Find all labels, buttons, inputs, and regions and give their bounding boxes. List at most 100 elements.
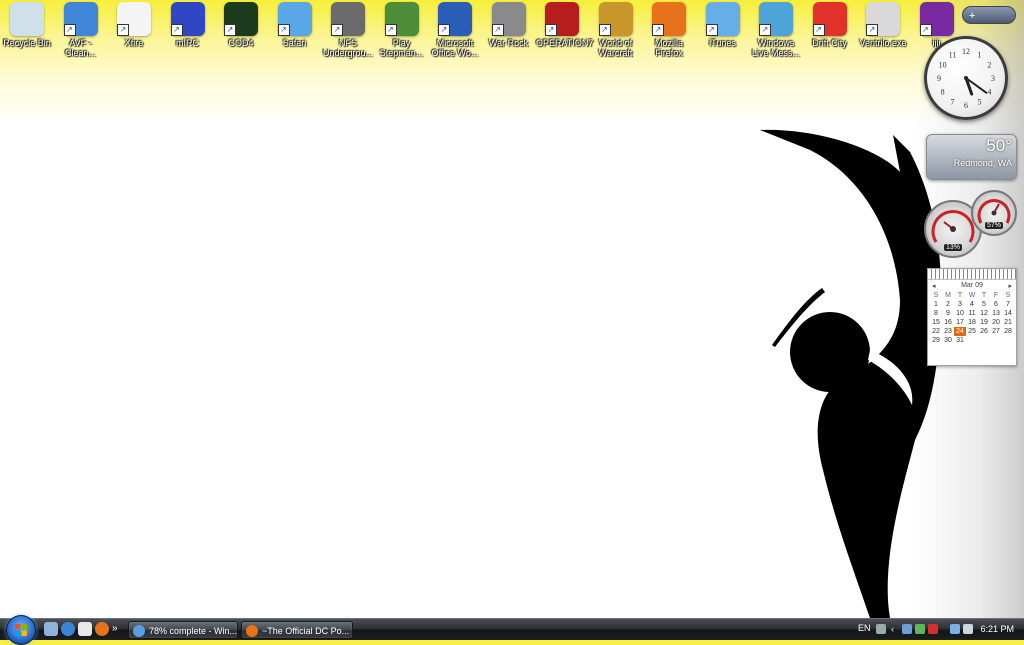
desktop-icon-drift-city[interactable]: ↗ Drift City [803,0,857,64]
antivirus-icon[interactable] [928,624,938,634]
firefox-quick-icon[interactable] [95,622,109,636]
wallpaper-silhouette [760,129,942,618]
desktop-icon-label: Windows Live Mess... [751,38,800,58]
calendar-prev-button[interactable]: ◂ [932,282,936,290]
keyboard-icon[interactable] [876,624,886,634]
desktop-icon-avg-clean[interactable]: ↗ AVF -Clean... [54,0,108,64]
quick-launch-overflow[interactable]: » [112,622,118,636]
calendar-day[interactable]: 1 [930,300,942,309]
calendar-day[interactable]: 27 [990,327,1002,336]
calendar-day[interactable]: 3 [954,300,966,309]
task-button-firefox[interactable]: ~The Official DC Po... [241,621,353,639]
calendar-weekday: M [945,292,951,299]
show-desktop-icon[interactable] [44,622,58,636]
calendar-day[interactable]: 5 [978,300,990,309]
desktop-icon-label: Drift City [812,38,847,48]
desktop-icon-messenger[interactable]: ↗ Windows Live Mess... [749,0,803,64]
calendar-day[interactable]: 9 [942,309,954,318]
weather-temperature: 50° [986,136,1012,155]
calendar-month: Mar 09 [961,282,983,289]
ijji-icon: ↗ [919,2,954,36]
calendar-day[interactable]: 21 [1002,318,1014,327]
security-icon[interactable] [915,624,925,634]
desktop-icon-word[interactable]: ↗ Microsoft Office Wo... [428,0,482,64]
shortcut-arrow-icon: ↗ [866,24,878,36]
cpu-percent: 13% [943,244,963,251]
calendar-day [966,336,978,345]
memory-percent: 57% [984,222,1004,229]
desktop-icon-xfire[interactable]: ↗ Xfire [107,0,161,64]
desktop-icon-operation7[interactable]: ↗ OPERATION7 [535,0,593,64]
display-icon[interactable] [950,624,960,634]
weather-city: Redmond, WA [953,158,1012,168]
calendar-day[interactable]: 2 [942,300,954,309]
calendar-day[interactable]: 8 [930,309,942,318]
cpu-meter-gadget[interactable]: 13% 57% [924,190,1017,260]
calendar-day[interactable]: 22 [930,327,942,336]
taskbar: » 78% complete - Win... ~The Official DC… [0,615,1024,645]
calendar-next-button[interactable]: ▸ [1008,282,1012,290]
ie-icon[interactable] [61,622,75,636]
calendar-day[interactable]: 19 [978,318,990,327]
calendar-day[interactable]: 30 [942,336,954,345]
ventrilo-icon: ↗ [866,2,900,36]
desktop-icon-firefox[interactable]: ↗ Mozilla Firefox [642,0,696,64]
calendar-day[interactable]: 16 [942,318,954,327]
shortcut-arrow-icon: ↗ [491,24,504,36]
shortcut-arrow-icon: ↗ [224,24,236,36]
add-gadget-button[interactable]: + [969,10,975,22]
calendar-day[interactable]: 14 [1002,309,1014,318]
clock-gadget[interactable]: 1 2 3 4 5 6 7 8 9 10 11 12 [924,36,1008,120]
desktop-icon-war-rock[interactable]: ↗ War Rock [482,0,536,64]
calendar-day[interactable]: 23 [942,327,954,336]
task-label: 78% complete - Win... [149,626,238,636]
calendar-day[interactable]: 6 [990,300,1002,309]
desktop-icon-safari[interactable]: ↗ Safari [268,0,322,64]
calendar-day[interactable]: 24 [954,327,966,336]
calendar-day[interactable]: 29 [930,336,942,345]
clock-numeral: 2 [987,61,991,70]
desktop-icon-itunes[interactable]: ↗ iTunes [696,0,750,64]
volume-icon[interactable] [963,624,973,634]
calendar-day[interactable]: 26 [978,327,990,336]
calendar-day[interactable]: 25 [966,327,978,336]
clock-time[interactable]: 6:21 PM [980,624,1014,634]
desktop-icon-wow[interactable]: ↗ World of Warcraft [589,0,643,64]
calendar-day[interactable]: 18 [966,318,978,327]
language-indicator[interactable]: EN [858,623,871,633]
weather-gadget[interactable]: 50° Redmond, WA [926,134,1017,180]
desktop-icon-label: Safari [282,38,307,48]
desktop-icon-nfs[interactable]: ↗ NFS Undergrou... [321,0,375,64]
calendar-day[interactable]: 11 [966,309,978,318]
avg-clean-icon: ↗ [63,2,98,36]
task-button-download[interactable]: 78% complete - Win... [128,621,238,639]
calendar-weekday: W [968,292,976,299]
calendar-day[interactable]: 31 [954,336,966,345]
clock-numeral: 6 [964,101,968,110]
network-icon[interactable] [902,624,912,634]
calendar-gadget[interactable]: ◂ Mar 09 ▸ S M T W T F S 1 2 3 4 5 6 7 8 9 10 11 12 13 14 15 1… [927,268,1017,366]
system-tray: EN ‹ 6:21 PM [854,619,1024,641]
tray-chevron-icon[interactable]: ‹ [891,624,901,634]
messenger-quick-icon[interactable] [78,622,92,636]
calendar-day[interactable]: 7 [1002,300,1014,309]
clock-numeral: 9 [937,74,941,83]
shortcut-arrow-icon: ↗ [919,24,932,36]
calendar-day[interactable]: 10 [954,309,966,318]
calendar-day[interactable]: 28 [1002,327,1014,336]
desktop-icon-cod4[interactable]: ↗ COD4 [214,0,268,64]
desktop-icon-recycle-bin[interactable]: Recycle Bin [0,0,54,64]
desktop-icon-mirc[interactable]: ↗ mIRC [161,0,215,64]
desktop-icon-ventrilo[interactable]: ↗ Ventrilo.exe [856,0,910,64]
calendar-weekday: T [981,292,987,299]
calendar-day[interactable]: 4 [966,300,978,309]
calendar-day[interactable]: 15 [930,318,942,327]
calendar-day[interactable]: 17 [954,318,966,327]
calendar-day[interactable]: 20 [990,318,1002,327]
calendar-day[interactable]: 13 [990,309,1002,318]
xfire-icon: ↗ [117,2,151,36]
calendar-day[interactable]: 12 [978,309,990,318]
gadget-toolbar[interactable]: + [962,6,1016,24]
desktop-icon-stepmania[interactable]: ↗ Play Stepman... [375,0,429,64]
start-button[interactable] [6,615,36,645]
